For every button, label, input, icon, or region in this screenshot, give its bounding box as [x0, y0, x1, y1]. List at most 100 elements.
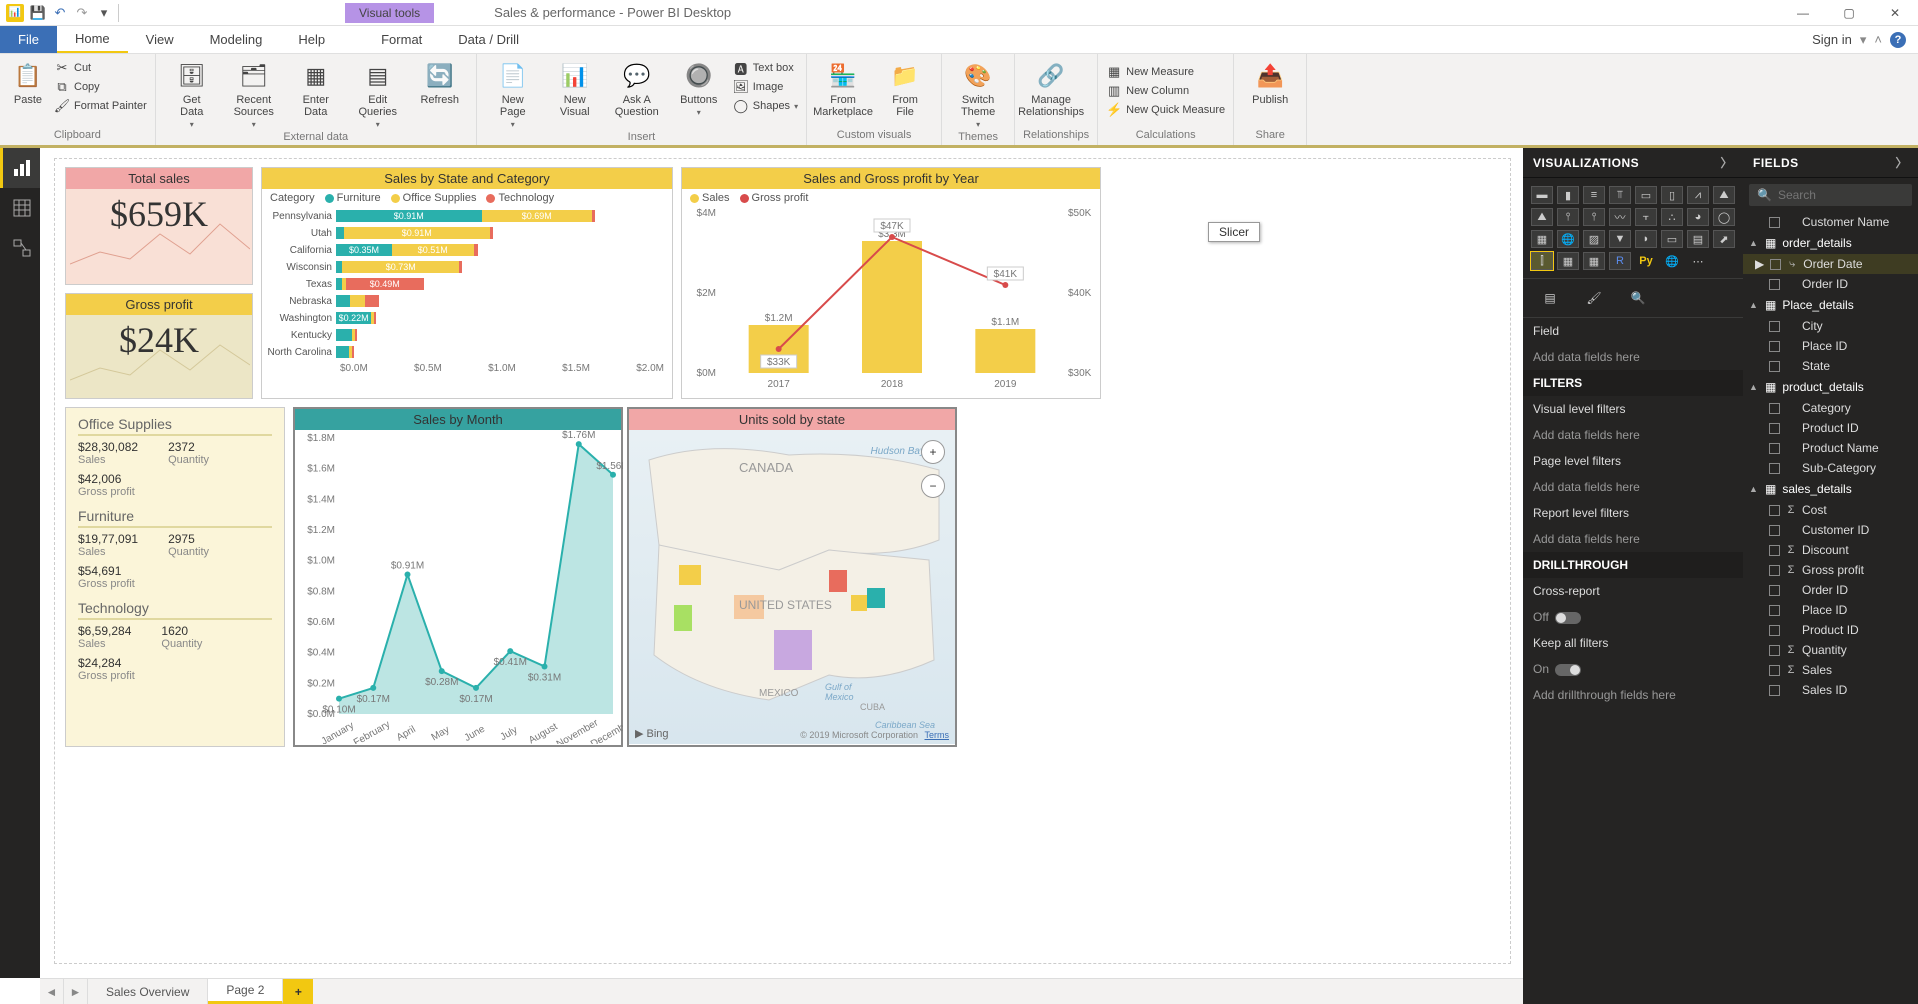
card-gross-profit[interactable]: Gross profit $24K	[65, 293, 253, 399]
viz-ribbon-icon[interactable]: 〰	[1609, 208, 1631, 226]
page-next-button[interactable]: ►	[64, 979, 88, 1004]
page-prev-button[interactable]: ◄	[40, 979, 64, 1004]
field-item[interactable]: ΣSales	[1743, 660, 1918, 680]
fields-search[interactable]: 🔍	[1749, 184, 1912, 206]
field-item[interactable]: Sub-Category	[1743, 458, 1918, 478]
viz-clustered-bar-icon[interactable]: ≡	[1583, 186, 1605, 204]
viz-py-icon[interactable]: Py	[1635, 252, 1657, 270]
page-tab-overview[interactable]: Sales Overview	[88, 979, 208, 1004]
keep-filters-toggle[interactable]	[1555, 664, 1581, 676]
add-page-button[interactable]: +	[283, 979, 313, 1004]
viz-stacked-area-icon[interactable]: ⛰	[1531, 208, 1553, 226]
tab-modeling[interactable]: Modeling	[192, 26, 281, 53]
field-item[interactable]: ΣCost	[1743, 500, 1918, 520]
sign-in-link[interactable]: Sign in	[1812, 32, 1852, 47]
viz-map-icon[interactable]: 🌐	[1557, 230, 1579, 248]
field-item[interactable]: Order ID	[1743, 580, 1918, 600]
viz-line-column-icon[interactable]: ⫯	[1557, 208, 1579, 226]
close-button[interactable]: ✕	[1872, 0, 1918, 26]
new-measure-button[interactable]: ▦New Measure	[1106, 64, 1225, 80]
maximize-button[interactable]: ▢	[1826, 0, 1872, 26]
field-item[interactable]: ▶⤷Order Date	[1743, 254, 1918, 274]
chart-sales-by-month[interactable]: Sales by Month $0.0M$0.2M$0.4M$0.6M$0.8M…	[293, 407, 623, 747]
chart-sales-by-state[interactable]: Sales by State and Category Category Fur…	[261, 167, 673, 399]
viz-slicer-icon[interactable]: ⫿	[1531, 252, 1553, 270]
shapes-button[interactable]: ◯Shapes ▾	[733, 98, 798, 114]
paste-button[interactable]: 📋 Paste	[8, 60, 48, 106]
get-data-button[interactable]: 🗄Get Data▾	[164, 60, 220, 129]
viz-more-icon[interactable]: ⋯	[1687, 252, 1709, 270]
page-filters-placeholder[interactable]: Add data fields here	[1523, 474, 1743, 500]
new-page-button[interactable]: 📄New Page▾	[485, 60, 541, 129]
field-item[interactable]: Sales ID	[1743, 680, 1918, 700]
map-zoom-out-button[interactable]: −	[921, 474, 945, 498]
fields-search-input[interactable]	[1778, 188, 1904, 202]
viz-stacked-column-icon[interactable]: ▮	[1557, 186, 1579, 204]
viz-waterfall-icon[interactable]: ⫟	[1635, 208, 1657, 226]
analytics-well-icon[interactable]: 🔍	[1625, 287, 1651, 309]
field-item[interactable]: Place ID	[1743, 600, 1918, 620]
field-item[interactable]: City	[1743, 316, 1918, 336]
field-item[interactable]: Category	[1743, 398, 1918, 418]
viz-scatter-icon[interactable]: ∴	[1661, 208, 1683, 226]
tab-help[interactable]: Help	[280, 26, 343, 53]
multi-row-card[interactable]: Office Supplies $28,30,082Sales 2372Quan…	[65, 407, 285, 747]
field-well-placeholder[interactable]: Add data fields here	[1523, 344, 1743, 370]
chevron-down-icon[interactable]: ▾	[1860, 32, 1867, 48]
cross-report-toggle[interactable]	[1555, 612, 1581, 624]
new-quick-measure-button[interactable]: ⚡New Quick Measure	[1106, 102, 1225, 118]
field-table-header[interactable]: ▲▦product_details	[1743, 376, 1918, 398]
qat-dropdown-icon[interactable]: ▾	[96, 5, 112, 21]
viz-funnel-icon[interactable]: ▼	[1609, 230, 1631, 248]
viz-kpi-icon[interactable]: ⬈	[1713, 230, 1735, 248]
viz-line-icon[interactable]: ⩘	[1687, 186, 1709, 204]
viz-100-column-icon[interactable]: ▯	[1661, 186, 1683, 204]
field-item[interactable]: ΣDiscount	[1743, 540, 1918, 560]
viz-clustered-column-icon[interactable]: ⫪	[1609, 186, 1631, 204]
field-item[interactable]: Customer ID	[1743, 520, 1918, 540]
page-tab-page2[interactable]: Page 2	[208, 979, 283, 1004]
tab-home[interactable]: Home	[57, 26, 128, 53]
report-canvas[interactable]: Total sales $659K Gross profit $24K Sale…	[54, 158, 1511, 964]
viz-matrix-icon[interactable]: ▦	[1583, 252, 1605, 270]
viz-multi-card-icon[interactable]: ▤	[1687, 230, 1709, 248]
viz-gauge-icon[interactable]: ◗	[1635, 230, 1657, 248]
map-units-sold[interactable]: Units sold by state CANADA Hudson Bay UN…	[627, 407, 957, 747]
from-file-button[interactable]: 📁From File	[877, 60, 933, 118]
fields-well-icon[interactable]: ▤	[1537, 287, 1563, 309]
viz-treemap-icon[interactable]: ▦	[1531, 230, 1553, 248]
field-table-header[interactable]: ▲▦sales_details	[1743, 478, 1918, 500]
viz-card-icon[interactable]: ▭	[1661, 230, 1683, 248]
minimize-button[interactable]: —	[1780, 0, 1826, 26]
terms-link[interactable]: Terms	[925, 730, 950, 740]
viz-filled-map-icon[interactable]: ▨	[1583, 230, 1605, 248]
copy-button[interactable]: ⧉Copy	[54, 79, 147, 95]
chart-sales-gross-year[interactable]: Sales and Gross profit by Year Sales Gro…	[681, 167, 1101, 399]
tab-view[interactable]: View	[128, 26, 192, 53]
chevron-right-icon[interactable]: 〉	[1720, 154, 1733, 171]
switch-theme-button[interactable]: 🎨Switch Theme▾	[950, 60, 1006, 129]
field-item[interactable]: ΣQuantity	[1743, 640, 1918, 660]
publish-button[interactable]: 📤Publish	[1242, 60, 1298, 106]
new-column-button[interactable]: ▥New Column	[1106, 83, 1225, 99]
format-painter-button[interactable]: 🖌Format Painter	[54, 98, 147, 114]
redo-icon[interactable]: ↷	[74, 5, 90, 21]
tab-data-drill[interactable]: Data / Drill	[440, 26, 537, 53]
ask-question-button[interactable]: 💬Ask A Question	[609, 60, 665, 118]
chevron-right-icon[interactable]: 〉	[1895, 154, 1908, 171]
tab-format[interactable]: Format	[363, 26, 440, 53]
data-view-button[interactable]	[0, 188, 40, 228]
viz-100-bar-icon[interactable]: ▭	[1635, 186, 1657, 204]
field-item[interactable]: Product ID	[1743, 620, 1918, 640]
viz-donut-icon[interactable]: ◯	[1713, 208, 1735, 226]
field-table-header[interactable]: ▲▦order_details	[1743, 232, 1918, 254]
viz-arcgis-icon[interactable]: 🌐	[1661, 252, 1683, 270]
viz-pie-icon[interactable]: ◕	[1687, 208, 1709, 226]
map-zoom-in-button[interactable]: +	[921, 440, 945, 464]
viz-stacked-bar-icon[interactable]: ▬	[1531, 186, 1553, 204]
format-well-icon[interactable]: 🖌	[1581, 287, 1607, 309]
report-view-button[interactable]	[0, 148, 40, 188]
viz-table-icon[interactable]: ▦	[1557, 252, 1579, 270]
new-visual-button[interactable]: 📊New Visual	[547, 60, 603, 118]
field-item[interactable]: ΣGross profit	[1743, 560, 1918, 580]
